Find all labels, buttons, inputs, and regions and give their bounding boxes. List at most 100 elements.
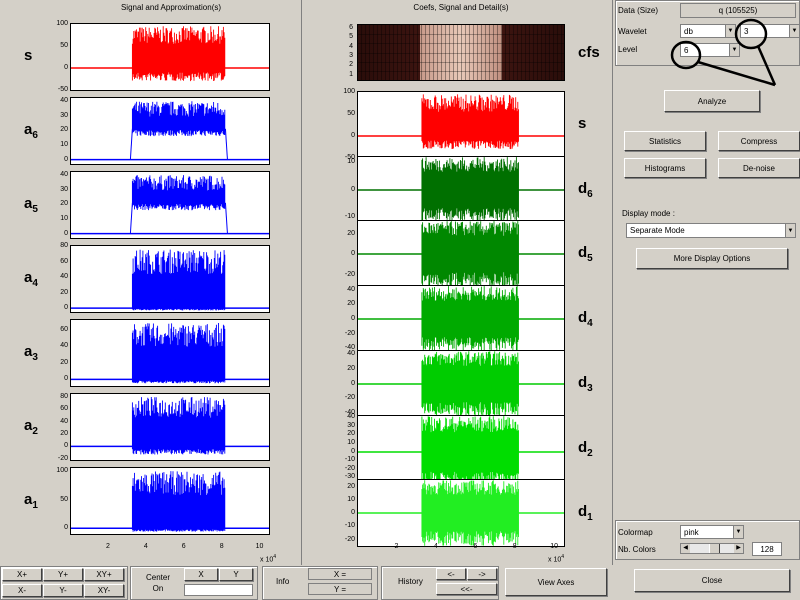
- y-tick-label: 0: [351, 379, 355, 387]
- right-plot-d2[interactable]: [357, 414, 565, 483]
- x-tick-label: 6: [473, 543, 478, 550]
- right-plot-d4[interactable]: [357, 285, 565, 354]
- y-tick-label: 0: [64, 524, 68, 532]
- left-plot-a6[interactable]: [70, 97, 270, 165]
- display-mode-select[interactable]: Separate Mode ▼: [626, 223, 796, 238]
- view-axes-button[interactable]: View Axes: [505, 568, 607, 596]
- left-plot-a1[interactable]: [70, 467, 270, 535]
- right-plot-s[interactable]: [357, 91, 565, 159]
- y-tick-label: 50: [60, 495, 68, 503]
- left-plot-s[interactable]: [70, 23, 270, 91]
- y-tick-label: 10: [60, 214, 68, 222]
- x-tick-label: 2: [394, 543, 399, 550]
- y-tick-label: 0: [351, 447, 355, 455]
- x-tick-label: 10: [255, 543, 264, 550]
- histograms-button[interactable]: Histograms: [624, 158, 706, 178]
- right-plot-d1[interactable]: [357, 479, 565, 548]
- x-tick-label: 4: [143, 543, 148, 550]
- signal-burst: [421, 351, 519, 417]
- signal-trace: [71, 101, 269, 161]
- right-row-label: d6: [578, 179, 593, 200]
- y-tick-label: 0: [64, 375, 68, 383]
- y-tick-label: 50: [60, 42, 68, 49]
- y-tick-label: 20: [347, 300, 355, 308]
- signal-burst: [421, 415, 519, 482]
- right-row-label: s: [578, 115, 587, 132]
- left-plot-a5[interactable]: [70, 171, 270, 239]
- zoom-x-minus-button[interactable]: X-: [2, 584, 42, 597]
- analyze-button[interactable]: Analyze: [664, 90, 760, 112]
- slider-left-arrow-icon[interactable]: ◀: [681, 544, 690, 553]
- compress-button[interactable]: Compress: [718, 131, 800, 151]
- y-tick-label: 20: [347, 430, 355, 438]
- y-tick-label: 20: [60, 430, 68, 438]
- display-mode-label: Display mode :: [622, 209, 675, 218]
- left-x-exponent: x 104: [260, 554, 277, 564]
- cfs-level-tick: 4: [349, 42, 353, 50]
- y-tick-label: 60: [60, 405, 68, 413]
- zoom-xy-plus-button[interactable]: XY+: [84, 568, 124, 581]
- y-tick-label: 20: [60, 358, 68, 366]
- left-plot-a3[interactable]: [70, 319, 270, 387]
- more-display-options-button[interactable]: More Display Options: [636, 248, 788, 269]
- x-tick-label: 8: [512, 543, 517, 550]
- zoom-y-minus-button[interactable]: Y-: [43, 584, 83, 597]
- signal-burst: [131, 175, 226, 211]
- right-row-label: d1: [578, 503, 593, 524]
- right-plot-d5[interactable]: [357, 220, 565, 289]
- left-row-label: a4: [24, 269, 38, 289]
- slider-thumb[interactable]: [709, 544, 720, 553]
- signal-trace: [71, 175, 269, 235]
- nb-colors-slider[interactable]: ◀ ▶: [680, 543, 744, 554]
- denoise-button[interactable]: De-noise: [718, 158, 800, 178]
- signal-burst: [131, 101, 226, 137]
- ramp-down: [224, 202, 228, 234]
- signal-burst: [421, 156, 519, 223]
- right-row-label: d3: [578, 373, 593, 394]
- center-y-button[interactable]: Y: [219, 568, 253, 581]
- zoom-x-plus-button[interactable]: X+: [2, 568, 42, 581]
- y-tick-label: 30: [60, 185, 68, 193]
- chevron-down-icon: ▼: [785, 224, 795, 237]
- signal-burst: [421, 286, 519, 353]
- x-tick-label: 8: [219, 543, 224, 550]
- right-plot-d6[interactable]: [357, 155, 565, 224]
- zoom-y-plus-button[interactable]: Y+: [43, 568, 83, 581]
- left-plot-a2[interactable]: [70, 393, 270, 461]
- y-tick-label: 10: [347, 438, 355, 446]
- history-first-button[interactable]: <<-: [436, 583, 497, 595]
- y-tick-label: -30: [344, 473, 355, 481]
- y-tick-label: 0: [351, 315, 355, 323]
- right-panel-title: Coefs, Signal and Detail(s): [413, 3, 509, 12]
- chevron-down-icon: ▼: [733, 526, 743, 538]
- info-y-value: Y =: [308, 583, 372, 595]
- zoom-xy-minus-button[interactable]: XY-: [84, 584, 124, 597]
- history-prev-button[interactable]: <-: [436, 568, 466, 580]
- history-next-button[interactable]: ->: [467, 568, 497, 580]
- history-label: History: [398, 577, 423, 586]
- right-plot-d3[interactable]: [357, 349, 565, 418]
- right-row-label: d2: [578, 438, 593, 459]
- close-button[interactable]: Close: [634, 569, 790, 592]
- colormap-label: Colormap: [618, 528, 653, 537]
- statistics-button[interactable]: Statistics: [624, 131, 706, 151]
- signal-trace: [71, 323, 269, 384]
- signal-burst: [131, 471, 226, 532]
- signal-trace: [358, 480, 564, 546]
- nb-colors-field[interactable]: 128: [752, 542, 782, 556]
- y-tick-label: -20: [344, 464, 355, 472]
- center-on-field[interactable]: [184, 584, 253, 596]
- ramp-up: [129, 128, 133, 160]
- y-tick-label: 40: [60, 342, 68, 350]
- signal-trace: [358, 415, 564, 482]
- slider-right-arrow-icon[interactable]: ▶: [734, 544, 743, 553]
- signal-trace: [358, 221, 564, 288]
- y-tick-label: 20: [347, 229, 355, 237]
- signal-burst: [131, 249, 226, 311]
- center-x-button[interactable]: X: [184, 568, 218, 581]
- x-tick-label: 2: [105, 543, 110, 550]
- signal-burst: [421, 221, 519, 288]
- left-plot-a4[interactable]: [70, 245, 270, 313]
- colormap-select[interactable]: pink ▼: [680, 525, 744, 539]
- info-x-value: X =: [308, 568, 372, 580]
